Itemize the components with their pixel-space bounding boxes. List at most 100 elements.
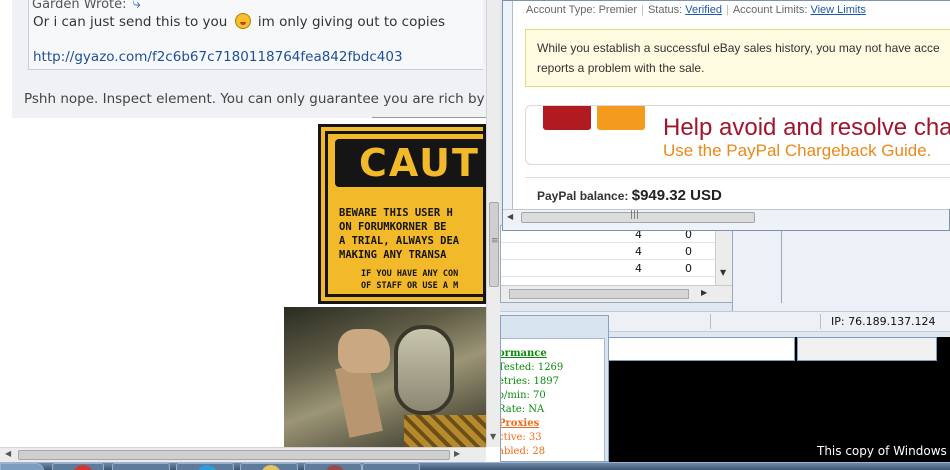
caution-sign-small-line: IF YOU HAVE ANY CON bbox=[361, 269, 459, 279]
fist-gif-image bbox=[284, 307, 486, 447]
post-text: Pshh nope. Inspect element. You can only… bbox=[24, 91, 500, 107]
stat-rate: Rate: NA bbox=[500, 404, 545, 415]
stat-active: ctive: 33 bbox=[500, 432, 542, 443]
promo-orange-block bbox=[597, 106, 645, 130]
stat-per-min: o/min: 70 bbox=[500, 390, 546, 401]
signature-divider bbox=[372, 117, 486, 118]
table-hscroll-thumb[interactable] bbox=[509, 289, 689, 299]
caution-sign-title: CAUT bbox=[359, 141, 480, 185]
account-info-bar: Account Type: Premier | Status: Verified | A… bbox=[526, 4, 866, 16]
balance-label: PayPal balance: bbox=[537, 189, 629, 203]
promo-red-block bbox=[543, 106, 591, 130]
windows-taskbar bbox=[0, 462, 950, 470]
taskbar-item-chrome[interactable] bbox=[52, 463, 104, 470]
scroll-down-arrow-icon[interactable]: ▼ bbox=[490, 432, 496, 441]
quote-jump-icon[interactable]: ⤷ bbox=[133, 0, 141, 12]
status-label: Status: bbox=[647, 4, 683, 16]
table-row[interactable]: 4 0 bbox=[501, 243, 715, 260]
gif-window-shape bbox=[394, 325, 454, 415]
app-icon bbox=[325, 465, 345, 470]
gif-arm-shape bbox=[335, 362, 383, 438]
table-cell: 0 bbox=[685, 245, 692, 258]
forum-window: Garden Wrote: ⤷ Or i can just send this t… bbox=[0, 0, 500, 462]
quote-gyazo-link[interactable]: http://gyazo.com/f2c6b67c7180118764fea84… bbox=[33, 49, 403, 65]
table-cell: 4 bbox=[635, 262, 642, 275]
console-panel: This copy of Windows is bbox=[607, 337, 950, 462]
console-input[interactable] bbox=[607, 337, 795, 361]
status-verified-link[interactable]: Verified bbox=[685, 4, 722, 16]
promo-subheading: Use the PayPal Chargeback Guide. bbox=[663, 141, 932, 160]
skype-icon bbox=[197, 465, 217, 470]
folder-icon bbox=[261, 465, 281, 470]
quote-text-before: Or i can just send this to you bbox=[33, 14, 228, 30]
grip-icon: ||| bbox=[630, 210, 640, 220]
tongue-smiley-icon bbox=[234, 13, 251, 29]
ebay-notice-box: While you establish a successful eBay sa… bbox=[525, 29, 950, 87]
forum-vertical-scrollbar[interactable]: ▼ bbox=[486, 0, 500, 447]
ip-address: IP: 76.189.137.124 bbox=[831, 315, 936, 328]
scroll-left-arrow-icon[interactable]: ◀ bbox=[5, 449, 11, 458]
gif-costume-shape bbox=[404, 415, 486, 447]
paypal-balance: PayPal balance: $949.32 USD bbox=[537, 187, 722, 204]
chrome-icon bbox=[73, 465, 93, 470]
scroll-right-arrow-icon[interactable]: ▶ bbox=[454, 449, 460, 458]
account-bar-separator: | bbox=[641, 4, 644, 16]
stat-retries: etries: 1897 bbox=[500, 376, 559, 387]
paypal-window: Account Type: Premier | Status: Verified | A… bbox=[502, 0, 950, 231]
notice-line: reports a problem with the sale. bbox=[537, 61, 705, 75]
forum-horizontal-scrollbar[interactable]: ◀ ▶ bbox=[0, 447, 486, 462]
status-separator bbox=[710, 314, 711, 329]
quote-author: Garden Wrote: bbox=[32, 0, 127, 12]
status-separator bbox=[820, 314, 821, 329]
taskbar-item-app[interactable] bbox=[304, 463, 362, 470]
background-table-window: 4 0 4 0 4 0 ▼ ▶ bbox=[500, 225, 732, 303]
proxies-header: Proxies bbox=[500, 418, 540, 429]
background-right-panel bbox=[732, 225, 950, 311]
quote-text: Or i can just send this to you im only g… bbox=[33, 13, 445, 30]
panel-divider bbox=[781, 225, 782, 303]
table-horizontal-scrollbar[interactable]: ▶ bbox=[501, 285, 732, 302]
table-cell: 4 bbox=[635, 245, 642, 258]
console-button[interactable] bbox=[797, 337, 937, 361]
table-row[interactable]: 4 0 bbox=[501, 260, 715, 277]
stats-box: ormance Tested: 1269 etries: 1897 o/min:… bbox=[500, 338, 605, 461]
caution-sign-small-line: OF STAFF OR USE A M bbox=[361, 281, 459, 291]
stats-window: ormance Tested: 1269 etries: 1897 o/min:… bbox=[500, 315, 609, 462]
account-type: Account Type: Premier bbox=[526, 4, 638, 16]
gif-fist-shape bbox=[338, 329, 390, 373]
forum-hscroll-thumb[interactable] bbox=[18, 450, 450, 460]
quote-header: Garden Wrote: ⤷ bbox=[32, 0, 141, 12]
windows-activation-watermark: This copy of Windows is bbox=[817, 444, 950, 458]
taskbar-item-app[interactable] bbox=[362, 463, 420, 470]
notice-line: While you establish a successful eBay sa… bbox=[537, 41, 940, 55]
taskbar-item-skype[interactable] bbox=[176, 463, 234, 470]
performance-header: ormance bbox=[500, 348, 547, 359]
caution-sign-line: MAKING ANY TRANSA bbox=[339, 249, 447, 261]
stat-disabled: abled: 28 bbox=[500, 446, 546, 457]
forum-vscroll-thumb[interactable] bbox=[489, 202, 499, 287]
scroll-down-arrow-icon[interactable]: ▼ bbox=[720, 268, 726, 277]
balance-amount: $949.32 USD bbox=[631, 187, 722, 204]
paypal-horizontal-scrollbar[interactable]: ◀ ||| bbox=[503, 209, 949, 225]
table-cell: 0 bbox=[685, 262, 692, 275]
account-bar-separator: | bbox=[725, 4, 729, 16]
account-limits-label: Account Limits: bbox=[732, 4, 808, 16]
caution-sign-line: BEWARE THIS USER H bbox=[339, 207, 453, 219]
caution-sign-line: A TRIAL, ALWAYS DEA bbox=[339, 235, 460, 247]
taskbar-item-app[interactable] bbox=[112, 463, 170, 470]
caution-sign-line: ON FORUMKORNER BE bbox=[339, 221, 447, 233]
caution-sign-image: CAUT BEWARE THIS USER H ON FORUMKORNER B… bbox=[318, 124, 486, 304]
scroll-right-arrow-icon[interactable]: ▶ bbox=[701, 288, 707, 297]
start-button[interactable] bbox=[0, 463, 44, 470]
quote-text-after: im only giving out to copies bbox=[257, 14, 446, 30]
balance-divider bbox=[525, 177, 950, 178]
stat-tested: Tested: 1269 bbox=[500, 362, 564, 373]
paypal-content: Account Type: Premier | Status: Verified | A… bbox=[512, 1, 950, 209]
view-limits-link[interactable]: View Limits bbox=[810, 4, 865, 16]
chargeback-promo-banner[interactable]: Help avoid and resolve charg Use the Pay… bbox=[525, 105, 950, 165]
taskbar-item-explorer[interactable] bbox=[240, 463, 298, 470]
scroll-left-arrow-icon[interactable]: ◀ bbox=[507, 212, 513, 221]
paypal-hscroll-thumb[interactable]: ||| bbox=[521, 210, 755, 223]
promo-heading: Help avoid and resolve charg bbox=[663, 114, 950, 141]
table-vertical-scrollbar[interactable]: ▼ bbox=[715, 226, 732, 285]
